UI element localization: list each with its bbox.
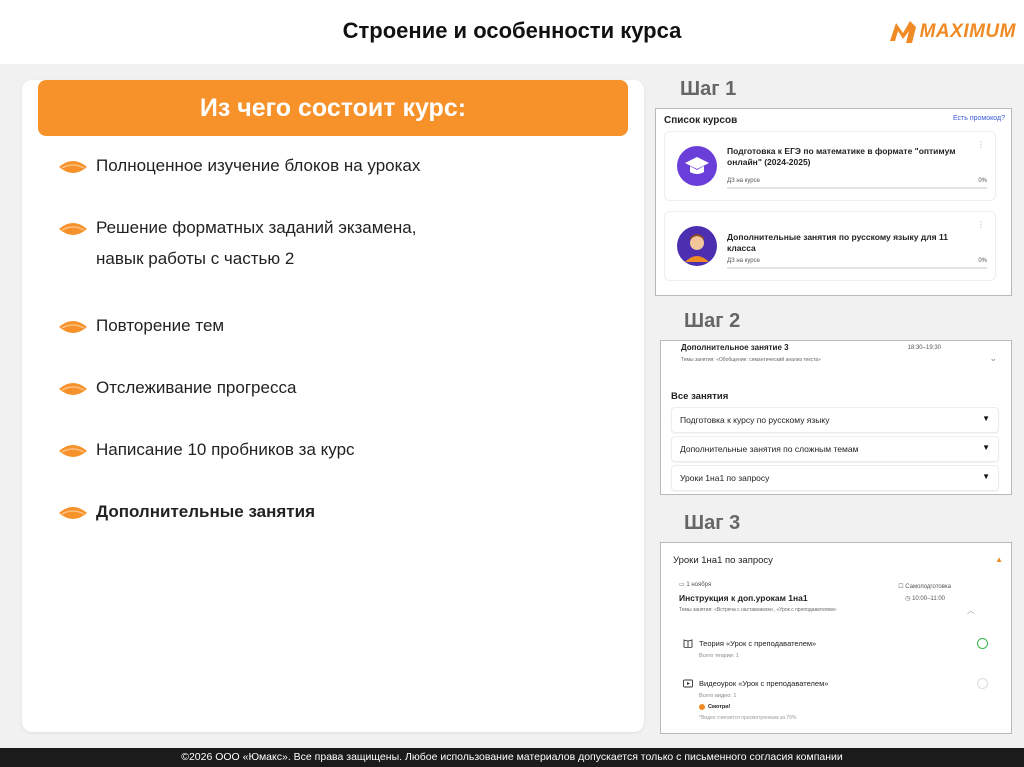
lesson-group-row[interactable]: Подготовка к курсу по русскому языку ▼	[671, 407, 999, 433]
caret-down-icon[interactable]: ▼	[982, 472, 990, 481]
list-item: Написание 10 пробников за курс	[58, 440, 355, 465]
course-card[interactable]: ⋮ Подготовка к ЕГЭ по математике в форма…	[664, 131, 996, 201]
video-item-count: Всего видео: 1	[699, 693, 737, 699]
slide-title: Строение и особенности курса	[342, 18, 682, 43]
more-icon[interactable]: ⋮	[977, 220, 985, 229]
list-item-text: Дополнительные занятия	[96, 502, 316, 521]
teacher-avatar-icon	[685, 234, 709, 262]
orange-leaf-bullet-icon	[59, 383, 87, 395]
orange-leaf-bullet-icon	[59, 507, 87, 519]
lesson-name: Инструкция к доп.урокам 1на1	[679, 593, 808, 603]
list-item-line: навык работы с частью 2	[96, 249, 295, 268]
caret-down-icon[interactable]: ▼	[982, 443, 990, 452]
caret-up-icon[interactable]: ▲	[995, 555, 1003, 564]
course-card[interactable]: ⋮ Дополнительные занятия по русскому язы…	[664, 211, 996, 281]
step-2-screenshot: Дополнительное занятие 3 18:30–19:30 Тем…	[660, 340, 1012, 495]
orange-leaf-bullet-icon	[59, 223, 87, 235]
orange-leaf-bullet-icon	[59, 445, 87, 457]
step-1-label: Шаг 1	[680, 78, 737, 100]
course-progress-bar	[727, 267, 987, 269]
pending-status-icon	[977, 678, 988, 689]
lesson-group-row[interactable]: Уроки 1на1 по запросу ▼	[671, 465, 999, 491]
self-prep-label: ☐ Самоподготовка	[898, 583, 951, 590]
self-prep-text: Самоподготовка	[905, 584, 951, 590]
slide-header: Строение и особенности курса MAXIMUM	[0, 0, 1024, 64]
course-list-title: Список курсов	[664, 115, 738, 126]
video-watch-note: *Видео считается просмотренным за 70%	[699, 715, 797, 721]
course-name: Дополнительные занятия по русскому языку…	[727, 232, 948, 253]
promo-code-link[interactable]: Есть промокод?	[953, 115, 1005, 122]
course-avatar	[677, 146, 717, 186]
list-item-text: Написание 10 пробников за курс	[96, 440, 355, 459]
all-lessons-heading: Все занятия	[671, 391, 729, 402]
lesson-group-label: Дополнительные занятия по сложным темам	[680, 444, 859, 454]
list-item-text: Повторение тем	[96, 316, 225, 335]
orange-leaf-bullet-icon	[59, 321, 87, 333]
lesson-time-text: 10:00–11:00	[912, 596, 945, 602]
step-1-screenshot: Список курсов Есть промокод? ⋮ Подготовк…	[655, 108, 1012, 296]
copyright-footer: ©2026 ООО «Юмакс». Все права защищены. Л…	[0, 748, 1024, 767]
list-item: Полноценное изучение блоков на уроках	[58, 156, 420, 181]
list-item-line: Решение форматных заданий экзамена,	[96, 218, 417, 237]
alert-dot-icon	[699, 704, 705, 710]
course-avatar	[677, 226, 717, 266]
theory-item-label[interactable]: Теория «Урок с преподавателем»	[699, 639, 816, 648]
course-homework-label: ДЗ на курсе	[727, 178, 760, 184]
list-item: Повторение тем	[58, 316, 224, 341]
chevron-up-icon[interactable]: ︿	[967, 605, 975, 616]
maximum-logo: MAXIMUM	[888, 14, 1016, 50]
step-3-screenshot: Уроки 1на1 по запросу ▲ ▭ 1 ноября Инстр…	[660, 542, 1012, 734]
list-item-text: Отслеживание прогресса	[96, 378, 297, 397]
lesson-time: ◷ 10:00–11:00	[905, 595, 945, 602]
step-3-label: Шаг 3	[684, 512, 741, 534]
lesson-group-label: Уроки 1на1 по запросу	[680, 473, 770, 483]
lesson-group-row[interactable]: Дополнительные занятия по сложным темам …	[671, 436, 999, 462]
orange-leaf-bullet-icon	[59, 161, 87, 173]
lesson-group-header[interactable]: Уроки 1на1 по запросу	[673, 555, 773, 566]
video-item-label[interactable]: Видеоурок «Урок с преподавателем»	[699, 679, 828, 688]
book-icon	[683, 639, 693, 648]
list-item: Дополнительные занятия	[58, 502, 315, 527]
lesson-time: 18:30–19:30	[907, 345, 941, 351]
course-homework-label: ДЗ на курсе	[727, 258, 760, 264]
list-item-text: Решение форматных заданий экзамена, навы…	[96, 212, 416, 274]
course-progress-bar	[727, 187, 987, 189]
course-content-banner: Из чего состоит курс:	[38, 80, 628, 136]
lesson-date-text: 1 ноября	[686, 582, 712, 588]
watch-badge: Смотри!	[699, 704, 730, 710]
lesson-date: ▭ 1 ноября	[679, 581, 711, 588]
course-progress-percent: 0%	[978, 178, 987, 184]
course-name: Подготовка к ЕГЭ по математике в формате…	[727, 146, 956, 167]
chevron-down-icon[interactable]: ⌄	[989, 353, 997, 364]
lesson-name: Дополнительное занятие 3	[681, 343, 789, 352]
list-item-text: Полноценное изучение блоков на уроках	[96, 156, 421, 175]
more-icon[interactable]: ⋮	[977, 140, 985, 149]
caret-down-icon[interactable]: ▼	[982, 414, 990, 423]
graduation-cap-icon	[685, 157, 709, 174]
step-2-label: Шаг 2	[684, 310, 741, 332]
maximum-logo-icon	[889, 21, 916, 43]
lesson-theme: Темы занятия: «Встреча с наставником», «…	[679, 607, 837, 613]
course-progress-percent: 0%	[978, 258, 987, 264]
theory-item-count: Всего теории: 1	[699, 653, 739, 659]
completed-status-icon	[977, 638, 988, 649]
video-icon	[683, 679, 693, 688]
lesson-group-label: Подготовка к курсу по русскому языку	[680, 415, 830, 425]
logo-text: MAXIMUM	[919, 21, 1016, 42]
list-item: Отслеживание прогресса	[58, 378, 296, 403]
lesson-theme: Темы занятия: «Обобщение: семантический …	[681, 357, 821, 363]
list-item: Решение форматных заданий экзамена, навы…	[58, 218, 416, 274]
watch-badge-text: Смотри!	[708, 704, 731, 710]
